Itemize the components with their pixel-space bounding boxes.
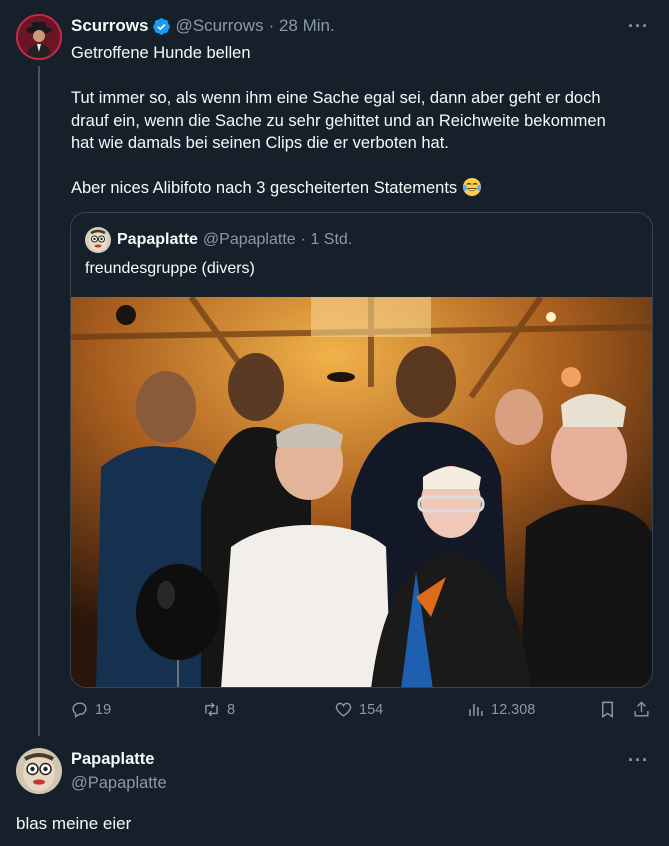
tweet-time[interactable]: · 28 Min. — [269, 16, 335, 36]
tweet-actions: 19 8 154 12.308 — [70, 700, 655, 724]
quoted-author-name[interactable]: Papaplatte — [117, 231, 198, 249]
reply-icon — [72, 702, 87, 718]
group-photo-image — [71, 297, 652, 687]
reply-text: blas meine eier — [16, 814, 132, 833]
author-handle[interactable]: @Scurrows — [175, 16, 263, 36]
scurrows-avatar[interactable] — [16, 14, 62, 60]
heart-icon — [335, 702, 352, 717]
quoted-tweet-text: freundesgruppe (divers) — [85, 260, 255, 277]
reply-more-options-icon[interactable]: ··· — [628, 750, 649, 771]
thread-line — [38, 66, 40, 736]
tweet-text-line: drauf ein, wenn die Sache zu sehr gehitt… — [71, 111, 606, 130]
retweet-button[interactable]: 8 — [202, 700, 235, 719]
more-options-icon[interactable]: ··· — [628, 16, 649, 37]
tweet-paragraph-3: Aber nices Alibifoto nach 3 gescheiterte… — [71, 177, 646, 200]
like-button[interactable]: 154 — [334, 700, 383, 719]
tweet-paragraph-2: Tut immer so, als wenn ihm eine Sache eg… — [71, 87, 646, 155]
share-button[interactable] — [632, 700, 657, 719]
tweet-text-line1: Getroffene Hunde bellen — [71, 44, 251, 62]
views-count: 12.308 — [491, 701, 536, 718]
avatar-image — [18, 16, 60, 58]
share-icon — [634, 701, 649, 717]
views-chart-icon — [469, 703, 483, 716]
quoted-tweet-time[interactable]: · 1 Std. — [301, 231, 353, 249]
tweet-text-line: hat wie damals bei seinen Clips die er v… — [71, 134, 449, 152]
group-photo[interactable] — [71, 297, 652, 687]
quoted-tweet[interactable]: Papaplatte @Papaplatte · 1 Std. freundes… — [70, 212, 653, 688]
papaplatte-avatar[interactable] — [16, 748, 62, 794]
quoted-author-handle[interactable]: @Papaplatte — [203, 231, 296, 249]
author-name[interactable]: Scurrows — [71, 16, 148, 36]
bookmark-button[interactable] — [598, 700, 623, 719]
quoted-tweet-header: Papaplatte @Papaplatte · 1 Std. — [85, 227, 352, 253]
reply-author-handle[interactable]: @Papaplatte — [71, 774, 167, 793]
reply-button[interactable]: 19 — [70, 700, 111, 719]
face-with-tears-of-joy-icon — [462, 178, 481, 196]
reply-author-name[interactable]: Papaplatte — [71, 750, 154, 769]
verified-badge-icon — [153, 17, 171, 35]
reply-count: 19 — [95, 701, 112, 718]
retweet-icon — [205, 702, 218, 717]
retweet-count: 8 — [227, 701, 236, 718]
papaplatte-small-avatar — [85, 227, 111, 253]
views-button[interactable]: 12.308 — [466, 700, 535, 719]
tweet-header: Scurrows @Scurrows · 28 Min. — [71, 16, 335, 36]
bookmark-icon — [602, 701, 613, 718]
like-count: 154 — [359, 701, 384, 718]
avatar-image — [16, 748, 62, 794]
tweet-text-line: Tut immer so, als wenn ihm eine Sache eg… — [71, 89, 601, 107]
tweet-text-line: Aber nices Alibifoto nach 3 gescheiterte… — [71, 179, 458, 197]
avatar-image — [85, 227, 111, 253]
